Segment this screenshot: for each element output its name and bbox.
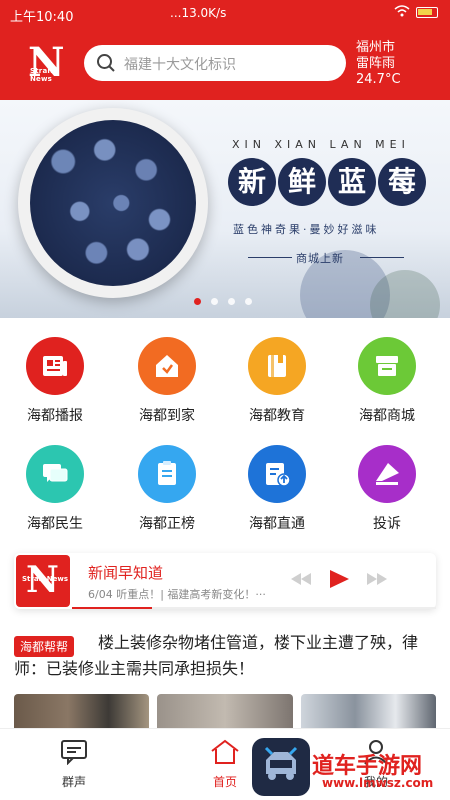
feature-label: 海都民生 xyxy=(27,516,83,532)
feature-circle xyxy=(248,337,306,395)
feature-haidu-daojia[interactable]: 海都到家 xyxy=(112,337,222,425)
feature-label: 海都直通 xyxy=(249,516,305,532)
banner-divider xyxy=(360,257,404,258)
logo-text: Strait News xyxy=(30,67,54,83)
feature-label: 海都播报 xyxy=(27,408,83,424)
news-title: 新闻早知道 xyxy=(88,564,164,582)
news-thumbnail[interactable] xyxy=(14,694,150,730)
carousel-dot[interactable] xyxy=(211,298,218,305)
feature-haidu-shangcheng[interactable]: 海都商城 xyxy=(332,337,442,425)
feature-label: 投诉 xyxy=(373,516,401,532)
feature-label: 海都商城 xyxy=(359,408,415,424)
banner-subtitle: 蓝色神奇果·曼妙好滋味 xyxy=(233,223,380,236)
wifi-icon xyxy=(394,5,410,20)
banner-divider xyxy=(248,257,292,258)
news-subtitle: 6/04 听重点！| 福建高考新变化！··· xyxy=(88,588,266,601)
feature-label: 海都正榜 xyxy=(139,516,195,532)
complaint-icon xyxy=(376,463,399,485)
feature-circle xyxy=(358,445,416,503)
feature-label: 海都到家 xyxy=(139,408,195,424)
weather-temp: 24.7°C xyxy=(356,72,401,87)
status-time: 上午10:40 xyxy=(10,10,74,25)
feature-circle xyxy=(26,337,84,395)
blueberries-image xyxy=(30,120,196,286)
home-icon xyxy=(211,739,239,764)
carousel-dots xyxy=(194,298,252,305)
car-app-icon xyxy=(252,738,310,796)
feature-haidu-zhengbang[interactable]: 海都正榜 xyxy=(112,445,222,533)
status-net-speed: ...13.0K/s xyxy=(170,6,227,20)
banner-title-char: 鲜 xyxy=(278,158,326,206)
news-thumbnail[interactable] xyxy=(300,694,436,730)
audio-controls xyxy=(290,569,388,589)
app-logo: N Strait News xyxy=(28,41,72,89)
news-thumbnail[interactable] xyxy=(157,694,293,730)
store-icon xyxy=(376,356,398,376)
carousel-dot[interactable] xyxy=(194,298,201,305)
car-icon xyxy=(264,746,298,780)
next-icon[interactable] xyxy=(366,571,388,587)
carousel-dot[interactable] xyxy=(245,298,252,305)
feature-circle xyxy=(138,445,196,503)
news-logo: N Strait News xyxy=(16,555,70,607)
play-icon[interactable] xyxy=(328,569,350,589)
status-bar: 上午10:40 ...13.0K/s xyxy=(0,0,450,28)
news-thumbnails xyxy=(14,694,436,730)
feature-haidu-bobao[interactable]: 海都播报 xyxy=(0,337,110,425)
feature-haidu-zhitong[interactable]: 海都直通 xyxy=(222,445,332,533)
watermark-url: www.lmwsz.com xyxy=(322,776,434,790)
feature-haidu-minsheng[interactable]: 海都民生 xyxy=(0,445,110,533)
feature-circle xyxy=(26,445,84,503)
weather-city: 福州市 xyxy=(356,40,396,55)
upload-icon xyxy=(266,463,291,487)
banner-title-char: 莓 xyxy=(378,158,426,206)
home-icon xyxy=(156,355,178,377)
search-input[interactable]: 福建十大文化标识 xyxy=(84,45,346,81)
headline-tag: 海都帮帮 xyxy=(14,636,75,657)
audio-progress-fill xyxy=(72,607,153,609)
previous-icon[interactable] xyxy=(290,571,312,587)
clipboard-icon xyxy=(158,461,176,485)
feature-label: 海都教育 xyxy=(249,408,305,424)
banner-mall-text: 商城上新 xyxy=(296,252,344,265)
feature-tousu[interactable]: 投诉 xyxy=(332,445,442,533)
feature-circle xyxy=(358,337,416,395)
news-icon xyxy=(43,356,67,376)
book-icon xyxy=(268,355,286,377)
news-audio-card[interactable]: N Strait News 新闻早知道 6/04 听重点！| 福建高考新变化！·… xyxy=(14,553,436,609)
banner-roman-text: XIN XIAN LAN MEI xyxy=(232,138,410,151)
promo-banner[interactable]: XIN XIAN LAN MEI 新 鲜 蓝 莓 蓝色神奇果·曼妙好滋味 商城上… xyxy=(0,100,450,318)
banner-title: 新 鲜 蓝 莓 xyxy=(228,158,426,206)
search-icon xyxy=(97,54,115,72)
feature-haidu-jiaoyu[interactable]: 海都教育 xyxy=(222,337,332,425)
banner-title-char: 蓝 xyxy=(328,158,376,206)
app-header: 上午10:40 ...13.0K/s N Strait News 福建十大文化标… xyxy=(0,0,450,100)
audio-progress-bar[interactable] xyxy=(72,607,436,609)
search-placeholder: 福建十大文化标识 xyxy=(124,57,236,73)
feature-circle xyxy=(248,445,306,503)
battery-icon xyxy=(416,7,438,18)
banner-title-char: 新 xyxy=(228,158,276,206)
tab-label: 群声 xyxy=(61,775,86,789)
weather-widget[interactable]: 福州市 雷阵雨 24.7°C xyxy=(356,40,401,88)
tab-qunsheng[interactable]: 群声 xyxy=(34,739,114,790)
carousel-dot[interactable] xyxy=(228,298,235,305)
headline-text[interactable]: 楼上装修杂物堵住管道，楼下业主遭了殃，律师：已装修业主需共同承担损失！ xyxy=(14,630,436,682)
feature-circle xyxy=(138,337,196,395)
chat-bubble-icon xyxy=(61,740,87,766)
weather-condition: 雷阵雨 xyxy=(356,56,396,71)
chat-icon xyxy=(43,464,68,482)
status-icons xyxy=(394,5,438,20)
logo-text: Strait News xyxy=(22,575,68,583)
